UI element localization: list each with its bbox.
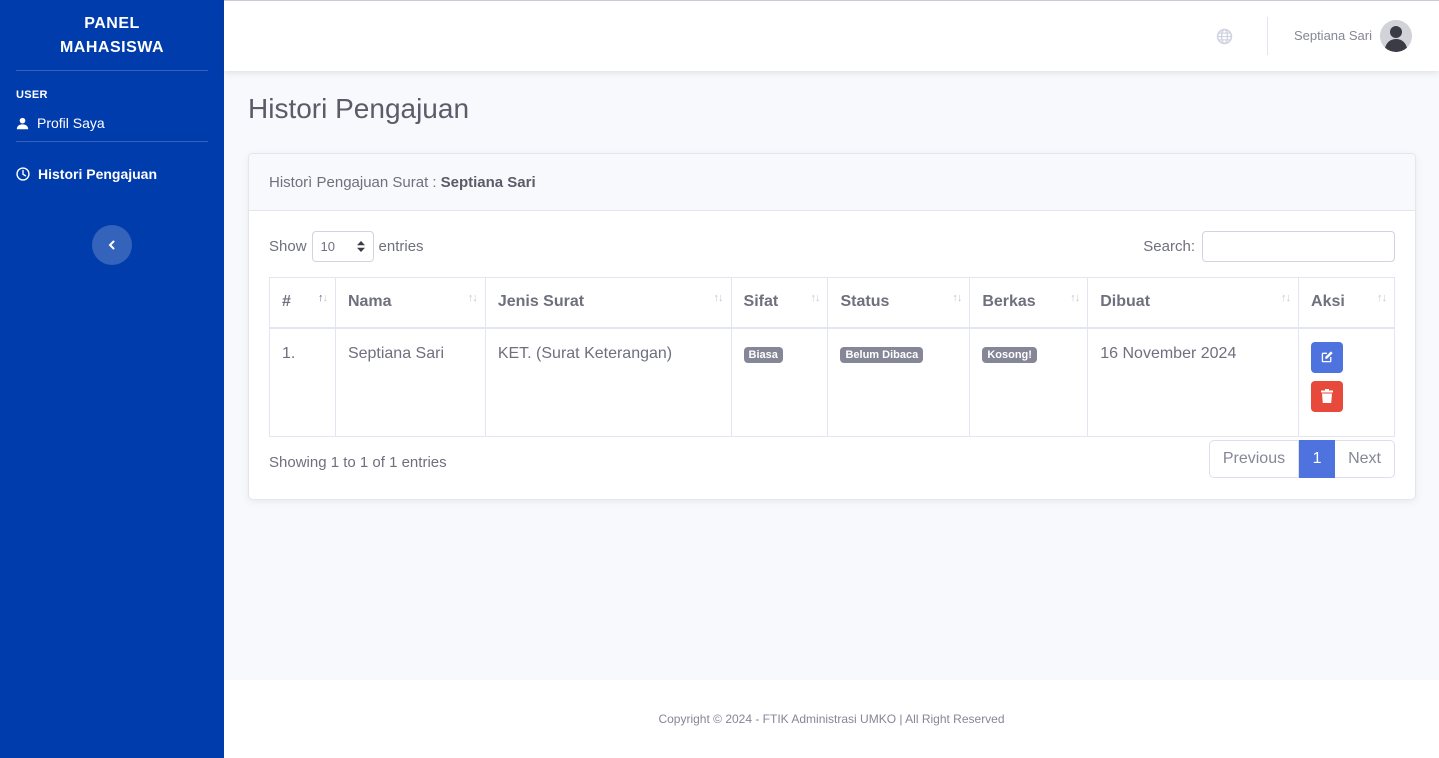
sort-icon: ↑↓: [713, 292, 724, 304]
avatar[interactable]: [1380, 20, 1412, 52]
sidebar-toggle-button[interactable]: [92, 225, 132, 265]
cell-aksi: [1298, 327, 1395, 437]
column-label: Berkas: [982, 293, 1036, 311]
length-value: 10: [320, 239, 335, 254]
topbar-divider: [1267, 17, 1268, 55]
cell-no: 1.: [269, 327, 336, 437]
sidebar-heading: USER: [16, 89, 48, 101]
card-header: Historì Pengajuan Surat : Septiana Sari: [249, 154, 1415, 211]
pagination-next[interactable]: Next: [1335, 440, 1395, 478]
column-header-dibuat[interactable]: Dibuat ↑↓: [1087, 277, 1300, 329]
search-label: Search:: [1143, 238, 1195, 255]
sifat-badge: Biasa: [743, 346, 783, 363]
cell-berkas: Kosong!: [969, 327, 1089, 437]
user-name[interactable]: Septiana Sari: [1294, 28, 1372, 43]
sidebar-item-label: Profil Saya: [37, 115, 105, 131]
column-header-status[interactable]: Status ↑↓: [827, 277, 971, 329]
column-label: Status: [840, 293, 890, 311]
sort-icon: ↑↓: [952, 292, 962, 304]
column-label: Sifat: [743, 293, 779, 311]
table-header-row: # ↑↓ Nama ↑↓ Jenis Surat ↑↓ Sifat ↑↓ Status ↑…: [269, 277, 1395, 329]
search-control: Search:: [1143, 231, 1395, 262]
status-badge: Belum Dibaca: [840, 346, 924, 363]
column-header-sifat[interactable]: Sifat ↑↓: [730, 277, 829, 329]
globe-icon: [1216, 28, 1233, 45]
sort-updown-icon: [356, 241, 365, 252]
user-icon: [16, 117, 29, 129]
pagination: Previous 1 Next: [1208, 440, 1395, 478]
sidebar-item-histori-pengajuan[interactable]: Histori Pengajuan: [0, 142, 224, 206]
delete-button[interactable]: [1311, 380, 1344, 412]
cell-status: Belum Dibaca: [827, 327, 971, 437]
pagination-previous[interactable]: Previous: [1208, 440, 1300, 478]
column-header-aksi[interactable]: Aksi ↑↓: [1298, 277, 1395, 329]
language-button[interactable]: [1216, 28, 1233, 50]
column-label: #: [282, 293, 291, 311]
column-label: Jenis Surat: [497, 293, 585, 311]
column-label: Dibuat: [1100, 293, 1151, 311]
cell-sifat: Biasa: [730, 327, 829, 437]
table-row: 1. Septiana Sari KET. (Surat Keterangan)…: [269, 327, 1395, 437]
entries-label: entries: [378, 238, 424, 255]
trash-icon: [1321, 389, 1334, 403]
cell-jenis-surat: KET. (Surat Keterangan): [484, 327, 732, 437]
cell-nama: Septiana Sari: [334, 327, 486, 437]
sort-icon: ↑↓: [1377, 292, 1387, 304]
footer-copyright: Copyright © 2024 - FTIK Administrasi UMK…: [658, 712, 1005, 726]
length-control: Show 10 entries: [269, 231, 424, 262]
history-table: # ↑↓ Nama ↑↓ Jenis Surat ↑↓ Sifat ↑↓ Status ↑…: [269, 277, 1395, 437]
page-title: Histori Pengajuan: [248, 93, 470, 124]
entries-length-select[interactable]: 10: [311, 231, 374, 262]
card-header-name: Septiana Sari: [440, 173, 536, 191]
edit-icon: [1321, 351, 1333, 363]
sort-icon: ↑↓: [317, 292, 328, 304]
table-info: Showing 1 to 1 of 1 entries: [269, 454, 447, 471]
sidebar: PANEL MAHASISWA USER Profil Saya Histori…: [0, 0, 224, 758]
cell-dibuat: 16 November 2024: [1087, 327, 1300, 437]
sort-icon: ↑↓: [467, 292, 478, 304]
sort-icon: ↑↓: [1070, 292, 1080, 304]
search-input[interactable]: [1202, 231, 1395, 262]
column-label: Aksi: [1311, 293, 1345, 311]
sidebar-item-profil-saya[interactable]: Profil Saya: [0, 105, 224, 141]
footer: Copyright © 2024 - FTIK Administrasi UMK…: [224, 680, 1439, 758]
column-header-nama[interactable]: Nama ↑↓: [334, 277, 486, 329]
topbar: Septiana Sari: [224, 0, 1439, 71]
sort-icon: ↑↓: [1281, 292, 1291, 304]
sort-icon: ↑↓: [810, 292, 820, 304]
column-header-berkas[interactable]: Berkas ↑↓: [969, 277, 1089, 329]
sidebar-brand[interactable]: PANEL MAHASISWA: [0, 0, 224, 70]
edit-button[interactable]: [1311, 341, 1344, 373]
column-header-jenis-surat[interactable]: Jenis Surat ↑↓: [484, 277, 732, 329]
column-header-no[interactable]: # ↑↓: [269, 277, 336, 329]
card-header-prefix: Historì Pengajuan Surat :: [269, 173, 437, 191]
show-label: Show: [269, 238, 307, 255]
clock-icon: [16, 167, 30, 181]
pagination-page-1[interactable]: 1: [1299, 440, 1336, 478]
chevron-left-icon: [108, 240, 115, 250]
berkas-badge: Kosong!: [982, 346, 1037, 363]
user-avatar-icon: [1380, 20, 1412, 52]
brand-line-2: MAHASISWA: [59, 39, 165, 56]
column-label: Nama: [347, 293, 392, 311]
history-card: Historì Pengajuan Surat : Septiana Sari …: [248, 153, 1416, 500]
sidebar-item-label: Histori Pengajuan: [38, 166, 158, 182]
brand-line-1: PANEL: [84, 15, 140, 32]
